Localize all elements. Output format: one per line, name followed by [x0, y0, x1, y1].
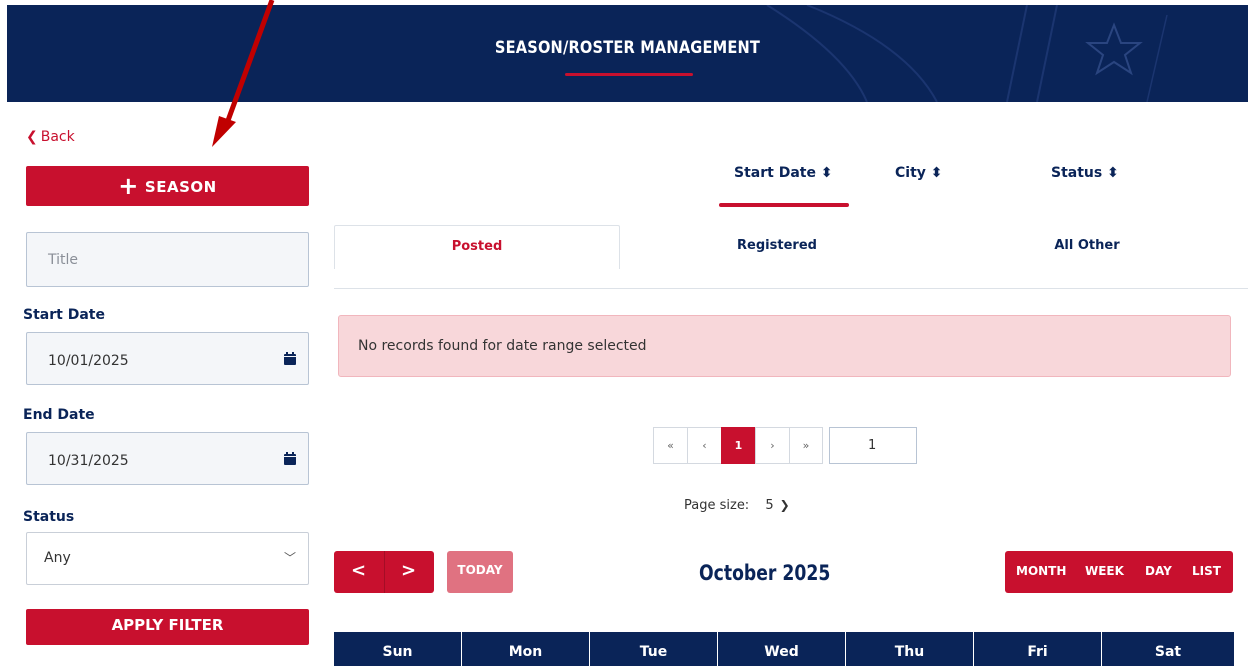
start-date-field[interactable]: 10/01/2025 — [26, 332, 309, 385]
page-1-button[interactable]: 1 — [721, 427, 755, 464]
tab-all-other[interactable]: All Other — [944, 225, 1230, 267]
tab-posted[interactable]: Posted — [334, 225, 620, 269]
status-select[interactable]: Any ﹀ — [26, 532, 309, 585]
apply-filter-label: APPLY FILTER — [111, 616, 224, 634]
season-button-label: SEASON — [144, 178, 217, 196]
chevron-down-icon: ﹀ — [283, 551, 296, 565]
end-date-field[interactable]: 10/31/2025 — [26, 432, 309, 485]
end-date-value: 10/31/2025 — [48, 453, 129, 469]
page-size-label: Page size: — [684, 498, 750, 513]
calendar-icon[interactable] — [284, 352, 296, 365]
calendar-next-button[interactable]: > — [401, 560, 416, 581]
sort-status[interactable]: Status ⬍ — [1051, 165, 1119, 181]
day-header-tue: Tue — [590, 632, 718, 666]
tab-all-other-label: All Other — [1054, 238, 1120, 253]
sort-status-label: Status — [1051, 165, 1103, 181]
next-page-button[interactable]: › — [755, 427, 789, 464]
status-label: Status — [23, 509, 75, 525]
title-underline — [565, 73, 693, 76]
sort-city[interactable]: City ⬍ — [895, 165, 943, 181]
back-label: Back — [40, 129, 75, 145]
start-date-value: 10/01/2025 — [48, 353, 129, 369]
no-records-alert: No records found for date range selected — [338, 315, 1231, 377]
start-date-label: Start Date — [23, 307, 105, 323]
view-week-button[interactable]: WEEK — [1085, 564, 1124, 578]
alert-message: No records found for date range selected — [358, 338, 647, 354]
app-frame: SEASON/ROSTER MANAGEMENT ❮ Back + SEASON T… — [7, 5, 1248, 666]
nav-divider — [384, 551, 385, 593]
title-input[interactable]: Title — [26, 232, 309, 287]
view-month-button[interactable]: MONTH — [1016, 564, 1066, 578]
page-title: SEASON/ROSTER MANAGEMENT — [494, 38, 761, 58]
back-link[interactable]: ❮ Back — [26, 129, 75, 145]
plus-icon: + — [118, 172, 139, 200]
calendar-title: October 2025 — [699, 561, 831, 585]
page-size-control: Page size: 5 ❯ — [684, 498, 790, 513]
calendar-prev-button[interactable]: < — [351, 560, 366, 581]
page-number-input[interactable]: 1 — [829, 427, 917, 464]
sort-city-label: City — [895, 165, 926, 181]
sort-icon: ⬍ — [930, 165, 943, 181]
page-size-value: 5 — [765, 498, 774, 513]
day-header-sun: Sun — [334, 632, 462, 666]
view-day-button[interactable]: DAY — [1145, 564, 1172, 578]
pagination: « ‹ 1 › » — [653, 427, 823, 464]
page-size-select[interactable]: 5 ❯ — [765, 498, 789, 513]
sort-active-indicator — [719, 203, 849, 207]
view-list-button[interactable]: LIST — [1192, 564, 1221, 578]
day-header-wed: Wed — [718, 632, 846, 666]
today-button[interactable]: TODAY — [447, 551, 513, 593]
tab-posted-label: Posted — [451, 239, 503, 254]
last-page-button[interactable]: » — [789, 427, 823, 464]
prev-page-button[interactable]: ‹ — [687, 427, 721, 464]
tab-registered-label: Registered — [737, 238, 817, 253]
day-header-mon: Mon — [462, 632, 590, 666]
apply-filter-button[interactable]: APPLY FILTER — [26, 609, 309, 645]
chevron-down-icon: ❯ — [779, 498, 790, 512]
calendar-view-switch: MONTH WEEK DAY LIST — [1005, 551, 1233, 593]
sort-icon: ⬍ — [820, 165, 833, 181]
sort-start-date-label: Start Date — [734, 165, 816, 181]
sort-start-date[interactable]: Start Date ⬍ — [734, 165, 833, 181]
calendar-icon[interactable] — [284, 452, 296, 465]
sort-icon: ⬍ — [1107, 165, 1119, 181]
chevron-left-icon: ❮ — [26, 129, 38, 145]
status-tabs: Posted Registered All Other — [334, 225, 1248, 289]
day-header-sat: Sat — [1154, 644, 1182, 660]
end-date-label: End Date — [23, 407, 95, 423]
add-season-button[interactable]: + SEASON — [26, 166, 309, 206]
first-page-button[interactable]: « — [653, 427, 687, 464]
day-header-thu: Thu — [846, 632, 974, 666]
calendar-header-row: Sun Mon Tue Wed Thu Fri Sat — [334, 632, 1234, 666]
day-header-fri: Fri — [974, 632, 1102, 666]
tab-registered[interactable]: Registered — [634, 225, 920, 267]
page-header: SEASON/ROSTER MANAGEMENT — [7, 5, 1248, 102]
status-value: Any — [44, 550, 71, 566]
title-placeholder: Title — [48, 252, 79, 268]
calendar-nav: < > — [334, 551, 434, 593]
